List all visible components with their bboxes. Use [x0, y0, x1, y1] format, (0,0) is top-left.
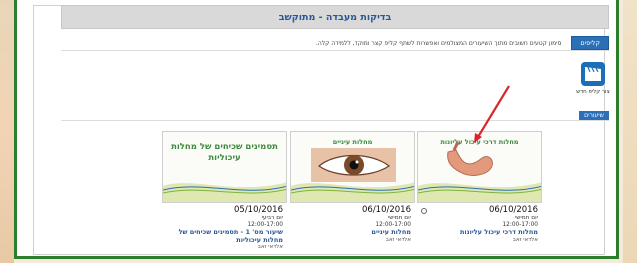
- highlight-frame: בדיקות מעבדה - מתוקשב קליפים סימון קטעים…: [14, 0, 619, 259]
- background-right: [623, 0, 637, 263]
- background-left: [0, 0, 14, 263]
- annotation-arrow: [474, 85, 510, 143]
